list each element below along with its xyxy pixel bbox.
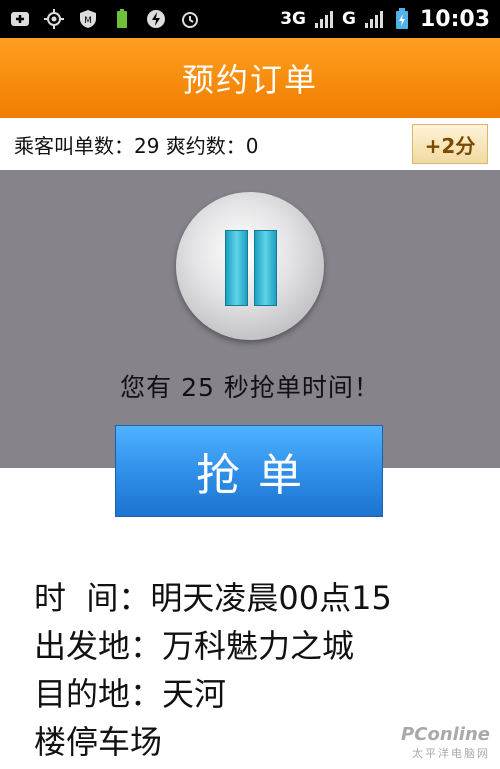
order-to-label: 目的地：: [34, 675, 163, 713]
order-from-label: 出发地：: [34, 627, 163, 665]
countdown-panel: 您有 25 秒抢单时间！: [0, 170, 500, 468]
svg-text:M: M: [84, 16, 92, 26]
gps-icon: [44, 9, 64, 29]
order-from-value: 万科魅力之城: [162, 627, 355, 665]
passenger-stats-row: 乘客叫单数：29 爽约数：0 +2分: [0, 118, 500, 171]
network-3g-label: 3G: [280, 9, 306, 29]
watermark: PConline 太平洋电脑网: [401, 724, 490, 761]
order-to-value-cont: 楼停车场: [34, 723, 163, 761]
order-time-row: 时 间：明天凌晨00点15: [34, 574, 392, 622]
network-g-label: G: [342, 9, 356, 29]
watermark-subtitle: 太平洋电脑网: [412, 747, 490, 760]
order-to-row: 目的地：天河: [34, 670, 392, 718]
pause-icon: [225, 230, 248, 306]
lightning-icon: [146, 9, 166, 29]
order-to-value: 天河: [162, 675, 227, 713]
passenger-stats-text: 乘客叫单数：29 爽约数：0: [14, 133, 259, 158]
status-bar: M 3G G 10:03: [0, 0, 500, 38]
g-signal-icon: [364, 9, 384, 29]
title-bar: 预约订单: [0, 38, 500, 118]
order-time-value: 明天凌晨00点15: [150, 579, 392, 617]
pause-icon: [254, 230, 277, 306]
3g-signal-icon: [314, 9, 334, 29]
order-details: 时 间：明天凌晨00点15 出发地：万科魅力之城 目的地：天河 楼停车场: [34, 574, 392, 766]
page-title: 预约订单: [181, 61, 318, 99]
watermark-logo: PConline: [401, 724, 490, 745]
plus-icon: [10, 9, 30, 29]
order-to-row-cont: 楼停车场: [34, 718, 392, 766]
order-from-row: 出发地：万科魅力之城: [34, 622, 392, 670]
pause-button[interactable]: [176, 192, 324, 340]
countdown-text: 您有 25 秒抢单时间！: [120, 373, 380, 402]
battery-icon: [392, 8, 412, 29]
bonus-points-badge: +2分: [412, 124, 488, 164]
battery-app-icon: [112, 9, 132, 29]
grab-order-button[interactable]: 抢单: [115, 425, 383, 517]
alarm-icon: [180, 9, 200, 29]
shield-m-icon: M: [78, 9, 98, 29]
clock: 10:03: [419, 6, 490, 32]
order-time-label: 时 间：: [34, 579, 151, 617]
